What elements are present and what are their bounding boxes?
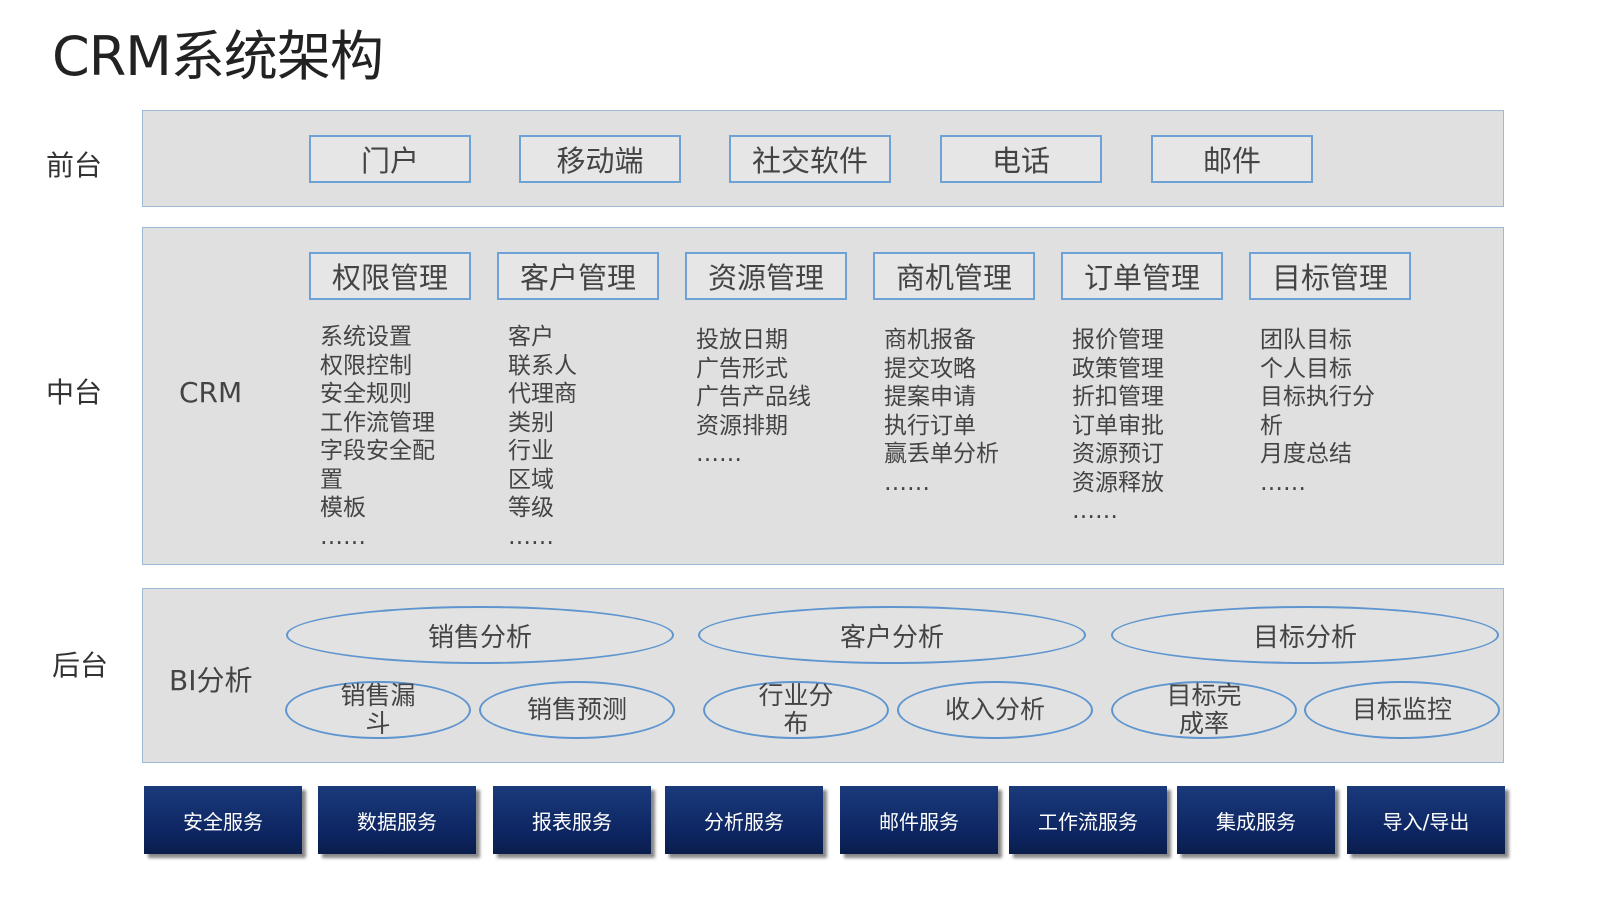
analysis-group: 销售分析 [286,606,674,664]
page-title: CRM系统架构 [52,25,384,88]
module-item: 个人目标 [1260,355,1352,382]
back-panel: BI分析 销售分析 客户分析 目标分析 销售漏斗 销售预测 行业分布 收入分析 … [142,588,1504,763]
front-item: 社交软件 [729,135,891,183]
module-header: 客户管理 [497,252,659,300]
analysis-item: 目标完 成率 [1111,681,1297,739]
analysis-item: 目标监控 [1304,681,1500,739]
module-item: …… [884,469,930,496]
module-items: 团队目标 个人目标 目标执行分析月度总结…… [1260,326,1375,497]
module-item: …… [320,523,366,550]
analysis-item: 销售漏斗 [285,681,471,739]
service-button: 导入/导出 [1347,786,1505,854]
module-item: 联系人 [508,352,577,379]
module-item: …… [696,441,742,467]
service-button: 集成服务 [1177,786,1335,854]
module-item: 订单审批 [1072,412,1164,439]
module-item: 商机报备 [884,327,976,353]
module-item: 行业 [508,438,554,464]
module-items: 投放日期 广告形式 广告产品线 资源排期…… [696,326,811,469]
module-item: 安全规则 [320,381,412,407]
module-item: 政策管理 [1072,355,1164,382]
module-item: 客户 [508,324,554,350]
module-item: 析 [1260,412,1283,439]
front-item: 移动端 [519,135,681,183]
module-item: 字段安全配 [320,438,435,464]
module-items: 客户 联系人 代理商 类别 行业 区域 等级…… [508,323,577,551]
module-item: 系统设置 [320,324,412,350]
layer-label-back: 后台 [52,649,109,682]
module-item: 提交攻略 [884,355,976,382]
module-item: …… [1260,469,1306,496]
module-item: 赢丢单分析 [884,441,999,467]
module-header: 权限管理 [309,252,471,300]
module-item: 报价管理 [1072,327,1164,353]
module-item: 资源预订 [1072,441,1164,467]
layer-label-middle: 中台 [46,376,103,409]
module-item: …… [1072,498,1118,524]
layer-label-front: 前台 [46,149,103,182]
module-item: 模板 [320,495,366,521]
module-header: 目标管理 [1249,252,1411,300]
analysis-item: 行业分布 [703,681,889,739]
service-button: 安全服务 [144,786,302,854]
module-header: 商机管理 [873,252,1035,300]
module-item: 等级 [508,495,554,521]
module-item: 广告形式 [696,355,788,382]
module-item: 区域 [508,466,554,493]
analysis-group: 目标分析 [1111,606,1499,664]
module-items: 报价管理 政策管理 折扣管理 订单审批 资源预订 资源释放…… [1072,326,1164,526]
analysis-item: 销售预测 [479,681,675,739]
module-item: 代理商 [508,381,577,407]
module-item: 资源排期 [696,412,788,439]
front-item: 电话 [940,135,1102,183]
module-items: 商机报备 提交攻略 提案申请 执行订单 赢丢单分析…… [884,326,999,497]
module-item: 工作流管理 [320,409,435,436]
module-item: 月度总结 [1260,441,1352,467]
analysis-group: 客户分析 [698,606,1086,664]
module-item: 折扣管理 [1072,384,1164,410]
service-button: 邮件服务 [840,786,998,854]
module-item: 广告产品线 [696,384,811,410]
module-item: 资源释放 [1072,469,1164,496]
module-item: 团队目标 [1260,327,1352,353]
analysis-item: 收入分析 [897,681,1093,739]
module-header: 资源管理 [685,252,847,300]
service-button: 分析服务 [665,786,823,854]
module-item: 类别 [508,409,554,436]
module-item: 置 [320,466,343,493]
service-button: 数据服务 [318,786,476,854]
middle-label: CRM [179,376,243,409]
module-item: 执行订单 [884,412,976,439]
module-item: …… [508,523,554,550]
service-button: 报表服务 [493,786,651,854]
back-label: BI分析 [169,664,253,697]
module-items: 系统设置 权限控制 安全规则 工作流管理 字段安全配置模板…… [320,323,435,551]
front-item: 邮件 [1151,135,1313,183]
module-item: 权限控制 [320,352,412,379]
front-item: 门户 [309,135,471,183]
front-panel: 门户 移动端 社交软件 电话 邮件 [142,110,1504,207]
module-item: 目标执行分 [1260,384,1375,410]
module-item: 投放日期 [696,327,788,353]
service-button: 工作流服务 [1009,786,1167,854]
module-item: 提案申请 [884,384,976,410]
module-header: 订单管理 [1061,252,1223,300]
middle-panel: CRM 权限管理 客户管理 资源管理 商机管理 订单管理 目标管理 系统设置 权限… [142,227,1504,565]
